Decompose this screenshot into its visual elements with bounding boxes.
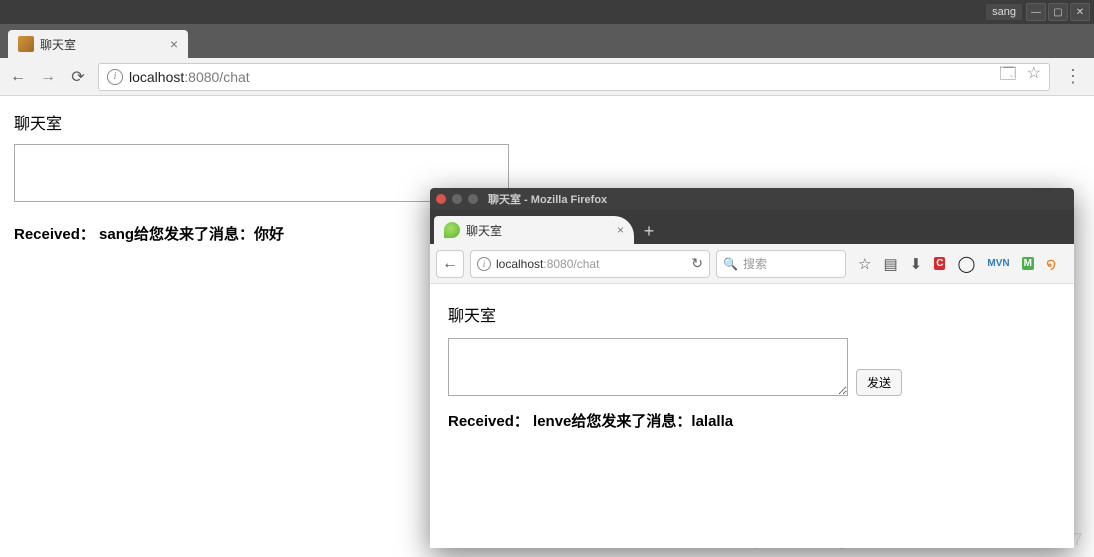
- received-label: Received：: [14, 226, 95, 243]
- user-menu[interactable]: sang: [986, 4, 1022, 20]
- weibo-icon[interactable]: ໑: [1046, 254, 1056, 274]
- received-message: lenve给您发来了消息：lalalla: [533, 413, 733, 430]
- mvn-icon[interactable]: MVN: [987, 258, 1009, 269]
- back-button[interactable]: ←: [436, 250, 464, 278]
- favicon-icon: [444, 222, 460, 238]
- received-line: Received： lenve给您发来了消息：lalalla: [448, 410, 1056, 431]
- send-button[interactable]: 发送: [856, 369, 902, 396]
- library-icon[interactable]: ▤: [883, 255, 897, 273]
- forward-button: →: [38, 68, 58, 86]
- chrome-tab-strip: 聊天室 ×: [0, 24, 1094, 58]
- translate-icon[interactable]: 🗔: [999, 63, 1016, 90]
- search-box[interactable]: 🔍 搜索: [716, 250, 846, 278]
- url-text: localhost:8080/chat: [129, 69, 250, 85]
- bookmark-star-icon[interactable]: ☆: [858, 255, 871, 273]
- tab-title: 聊天室: [40, 36, 76, 53]
- reload-icon[interactable]: ↻: [691, 255, 703, 272]
- tab-close-icon[interactable]: ×: [170, 36, 178, 52]
- address-bar[interactable]: i localhost:8080/chat 🗔 ☆: [98, 63, 1050, 91]
- page-title: 聊天室: [448, 302, 1056, 326]
- tab-title: 聊天室: [466, 222, 502, 239]
- page-title: 聊天室: [14, 110, 1080, 134]
- search-icon: 🔍: [723, 257, 738, 271]
- received-label: Received：: [448, 413, 529, 430]
- search-placeholder: 搜索: [743, 255, 767, 272]
- page-content: 聊天室 发送 Received： lenve给您发来了消息：lalalla: [430, 284, 1074, 548]
- bookmark-star-icon[interactable]: ☆: [1027, 63, 1041, 90]
- received-message: sang给您发来了消息：你好: [99, 226, 284, 243]
- favicon-icon: [18, 36, 34, 52]
- new-tab-button[interactable]: +: [634, 218, 664, 244]
- chrome-menu-icon[interactable]: ⋮: [1060, 66, 1086, 87]
- window-minimize-icon[interactable]: [452, 194, 462, 204]
- extension-c-icon[interactable]: C: [934, 257, 945, 270]
- message-input[interactable]: [448, 338, 848, 396]
- minimize-button[interactable]: —: [1026, 3, 1046, 21]
- reload-button[interactable]: ⟳: [68, 67, 88, 87]
- window-maximize-icon[interactable]: [468, 194, 478, 204]
- address-bar[interactable]: i localhost:8080/chat ↻: [470, 250, 710, 278]
- browser-tab-active[interactable]: 聊天室 ×: [8, 30, 188, 58]
- site-info-icon[interactable]: i: [477, 257, 491, 271]
- chrome-toolbar: ← → ⟳ i localhost:8080/chat 🗔 ☆ ⋮: [0, 58, 1094, 96]
- extension-m-icon[interactable]: M: [1022, 257, 1034, 270]
- close-button[interactable]: ✕: [1070, 3, 1090, 21]
- firefox-titlebar[interactable]: 聊天室 - Mozilla Firefox: [430, 188, 1074, 210]
- downloads-icon[interactable]: ⬇: [910, 255, 923, 273]
- maximize-button[interactable]: ▢: [1048, 3, 1068, 21]
- back-button[interactable]: ←: [8, 68, 28, 86]
- window-close-icon[interactable]: [436, 194, 446, 204]
- firefox-window: 聊天室 - Mozilla Firefox 聊天室 × + ← i localh…: [430, 188, 1074, 548]
- github-icon[interactable]: ◯: [957, 254, 975, 274]
- browser-tab-active[interactable]: 聊天室 ×: [434, 216, 634, 244]
- tab-close-icon[interactable]: ×: [617, 223, 624, 237]
- desktop-titlebar: sang — ▢ ✕: [0, 0, 1094, 24]
- site-info-icon[interactable]: i: [107, 69, 123, 85]
- toolbar-icons: ☆ ▤ ⬇ C ◯ MVN M ໑: [858, 254, 1056, 274]
- firefox-toolbar: ← i localhost:8080/chat ↻ 🔍 搜索 ☆ ▤ ⬇ C ◯…: [430, 244, 1074, 284]
- firefox-tab-strip: 聊天室 × +: [430, 210, 1074, 244]
- window-title: 聊天室 - Mozilla Firefox: [488, 191, 607, 207]
- url-text: localhost:8080/chat: [496, 257, 599, 271]
